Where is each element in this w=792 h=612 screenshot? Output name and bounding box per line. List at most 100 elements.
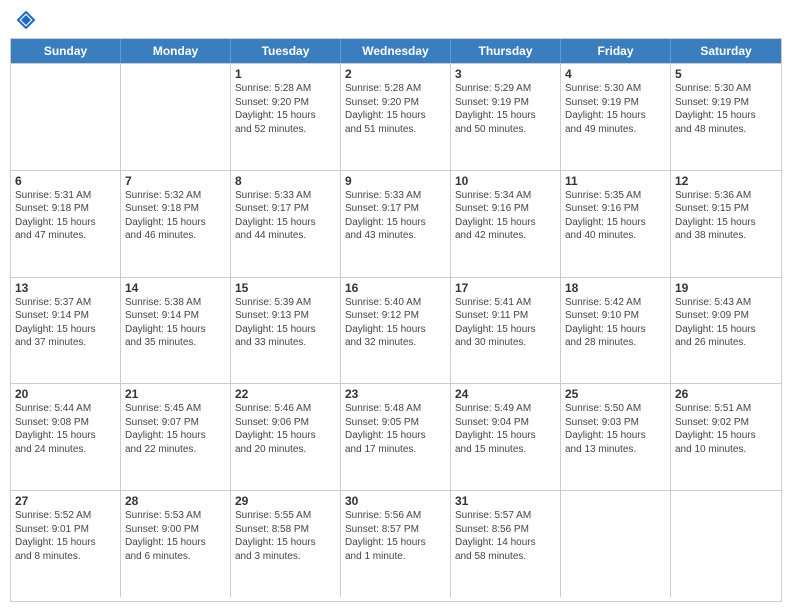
day-number: 26 — [675, 387, 777, 401]
calendar-cell-empty — [561, 491, 671, 597]
calendar-cell-19: 19Sunrise: 5:43 AM Sunset: 9:09 PM Dayli… — [671, 278, 781, 384]
calendar-cell-15: 15Sunrise: 5:39 AM Sunset: 9:13 PM Dayli… — [231, 278, 341, 384]
calendar-cell-7: 7Sunrise: 5:32 AM Sunset: 9:18 PM Daylig… — [121, 171, 231, 277]
day-number: 20 — [15, 387, 116, 401]
day-number: 15 — [235, 281, 336, 295]
calendar-cell-5: 5Sunrise: 5:30 AM Sunset: 9:19 PM Daylig… — [671, 64, 781, 170]
day-number: 25 — [565, 387, 666, 401]
calendar-cell-9: 9Sunrise: 5:33 AM Sunset: 9:17 PM Daylig… — [341, 171, 451, 277]
day-number: 9 — [345, 174, 446, 188]
cell-info: Sunrise: 5:41 AM Sunset: 9:11 PM Dayligh… — [455, 296, 556, 350]
day-number: 3 — [455, 67, 556, 81]
calendar-cell-empty — [11, 64, 121, 170]
cell-info: Sunrise: 5:45 AM Sunset: 9:07 PM Dayligh… — [125, 402, 226, 456]
calendar-cell-28: 28Sunrise: 5:53 AM Sunset: 9:00 PM Dayli… — [121, 491, 231, 597]
day-number: 24 — [455, 387, 556, 401]
cell-info: Sunrise: 5:39 AM Sunset: 9:13 PM Dayligh… — [235, 296, 336, 350]
cell-info: Sunrise: 5:43 AM Sunset: 9:09 PM Dayligh… — [675, 296, 777, 350]
day-number: 17 — [455, 281, 556, 295]
cell-info: Sunrise: 5:55 AM Sunset: 8:58 PM Dayligh… — [235, 509, 336, 563]
day-number: 1 — [235, 67, 336, 81]
day-number: 22 — [235, 387, 336, 401]
cell-info: Sunrise: 5:51 AM Sunset: 9:02 PM Dayligh… — [675, 402, 777, 456]
cell-info: Sunrise: 5:31 AM Sunset: 9:18 PM Dayligh… — [15, 189, 116, 243]
cell-info: Sunrise: 5:34 AM Sunset: 9:16 PM Dayligh… — [455, 189, 556, 243]
cell-info: Sunrise: 5:50 AM Sunset: 9:03 PM Dayligh… — [565, 402, 666, 456]
calendar-cell-18: 18Sunrise: 5:42 AM Sunset: 9:10 PM Dayli… — [561, 278, 671, 384]
calendar-cell-empty — [671, 491, 781, 597]
calendar-cell-13: 13Sunrise: 5:37 AM Sunset: 9:14 PM Dayli… — [11, 278, 121, 384]
day-number: 2 — [345, 67, 446, 81]
calendar: SundayMondayTuesdayWednesdayThursdayFrid… — [10, 38, 782, 602]
cell-info: Sunrise: 5:46 AM Sunset: 9:06 PM Dayligh… — [235, 402, 336, 456]
calendar-cell-2: 2Sunrise: 5:28 AM Sunset: 9:20 PM Daylig… — [341, 64, 451, 170]
calendar-cell-12: 12Sunrise: 5:36 AM Sunset: 9:15 PM Dayli… — [671, 171, 781, 277]
cell-info: Sunrise: 5:33 AM Sunset: 9:17 PM Dayligh… — [235, 189, 336, 243]
cell-info: Sunrise: 5:57 AM Sunset: 8:56 PM Dayligh… — [455, 509, 556, 563]
cell-info: Sunrise: 5:52 AM Sunset: 9:01 PM Dayligh… — [15, 509, 116, 563]
day-number: 13 — [15, 281, 116, 295]
cell-info: Sunrise: 5:44 AM Sunset: 9:08 PM Dayligh… — [15, 402, 116, 456]
header — [10, 10, 782, 30]
calendar-row-1: 6Sunrise: 5:31 AM Sunset: 9:18 PM Daylig… — [11, 170, 781, 277]
cell-info: Sunrise: 5:56 AM Sunset: 8:57 PM Dayligh… — [345, 509, 446, 563]
calendar-cell-16: 16Sunrise: 5:40 AM Sunset: 9:12 PM Dayli… — [341, 278, 451, 384]
calendar-cell-10: 10Sunrise: 5:34 AM Sunset: 9:16 PM Dayli… — [451, 171, 561, 277]
weekday-header-thursday: Thursday — [451, 39, 561, 63]
calendar-cell-20: 20Sunrise: 5:44 AM Sunset: 9:08 PM Dayli… — [11, 384, 121, 490]
weekday-header-sunday: Sunday — [11, 39, 121, 63]
day-number: 18 — [565, 281, 666, 295]
cell-info: Sunrise: 5:40 AM Sunset: 9:12 PM Dayligh… — [345, 296, 446, 350]
cell-info: Sunrise: 5:38 AM Sunset: 9:14 PM Dayligh… — [125, 296, 226, 350]
weekday-header-monday: Monday — [121, 39, 231, 63]
calendar-cell-17: 17Sunrise: 5:41 AM Sunset: 9:11 PM Dayli… — [451, 278, 561, 384]
cell-info: Sunrise: 5:36 AM Sunset: 9:15 PM Dayligh… — [675, 189, 777, 243]
calendar-cell-25: 25Sunrise: 5:50 AM Sunset: 9:03 PM Dayli… — [561, 384, 671, 490]
calendar-cell-empty — [121, 64, 231, 170]
cell-info: Sunrise: 5:42 AM Sunset: 9:10 PM Dayligh… — [565, 296, 666, 350]
day-number: 27 — [15, 494, 116, 508]
calendar-body: 1Sunrise: 5:28 AM Sunset: 9:20 PM Daylig… — [11, 63, 781, 597]
calendar-cell-30: 30Sunrise: 5:56 AM Sunset: 8:57 PM Dayli… — [341, 491, 451, 597]
day-number: 5 — [675, 67, 777, 81]
day-number: 10 — [455, 174, 556, 188]
calendar-cell-1: 1Sunrise: 5:28 AM Sunset: 9:20 PM Daylig… — [231, 64, 341, 170]
cell-info: Sunrise: 5:37 AM Sunset: 9:14 PM Dayligh… — [15, 296, 116, 350]
calendar-cell-23: 23Sunrise: 5:48 AM Sunset: 9:05 PM Dayli… — [341, 384, 451, 490]
day-number: 4 — [565, 67, 666, 81]
day-number: 16 — [345, 281, 446, 295]
calendar-cell-24: 24Sunrise: 5:49 AM Sunset: 9:04 PM Dayli… — [451, 384, 561, 490]
day-number: 30 — [345, 494, 446, 508]
day-number: 21 — [125, 387, 226, 401]
weekday-header-friday: Friday — [561, 39, 671, 63]
cell-info: Sunrise: 5:30 AM Sunset: 9:19 PM Dayligh… — [565, 82, 666, 136]
page: SundayMondayTuesdayWednesdayThursdayFrid… — [0, 0, 792, 612]
cell-info: Sunrise: 5:28 AM Sunset: 9:20 PM Dayligh… — [235, 82, 336, 136]
cell-info: Sunrise: 5:32 AM Sunset: 9:18 PM Dayligh… — [125, 189, 226, 243]
calendar-row-0: 1Sunrise: 5:28 AM Sunset: 9:20 PM Daylig… — [11, 63, 781, 170]
cell-info: Sunrise: 5:48 AM Sunset: 9:05 PM Dayligh… — [345, 402, 446, 456]
weekday-header-tuesday: Tuesday — [231, 39, 341, 63]
calendar-cell-26: 26Sunrise: 5:51 AM Sunset: 9:02 PM Dayli… — [671, 384, 781, 490]
logo-icon — [16, 10, 36, 30]
calendar-cell-11: 11Sunrise: 5:35 AM Sunset: 9:16 PM Dayli… — [561, 171, 671, 277]
weekday-header-saturday: Saturday — [671, 39, 781, 63]
cell-info: Sunrise: 5:33 AM Sunset: 9:17 PM Dayligh… — [345, 189, 446, 243]
calendar-cell-21: 21Sunrise: 5:45 AM Sunset: 9:07 PM Dayli… — [121, 384, 231, 490]
cell-info: Sunrise: 5:28 AM Sunset: 9:20 PM Dayligh… — [345, 82, 446, 136]
calendar-header: SundayMondayTuesdayWednesdayThursdayFrid… — [11, 39, 781, 63]
calendar-cell-22: 22Sunrise: 5:46 AM Sunset: 9:06 PM Dayli… — [231, 384, 341, 490]
day-number: 11 — [565, 174, 666, 188]
day-number: 6 — [15, 174, 116, 188]
calendar-cell-14: 14Sunrise: 5:38 AM Sunset: 9:14 PM Dayli… — [121, 278, 231, 384]
logo — [14, 10, 36, 30]
cell-info: Sunrise: 5:30 AM Sunset: 9:19 PM Dayligh… — [675, 82, 777, 136]
cell-info: Sunrise: 5:49 AM Sunset: 9:04 PM Dayligh… — [455, 402, 556, 456]
day-number: 29 — [235, 494, 336, 508]
calendar-row-3: 20Sunrise: 5:44 AM Sunset: 9:08 PM Dayli… — [11, 383, 781, 490]
cell-info: Sunrise: 5:53 AM Sunset: 9:00 PM Dayligh… — [125, 509, 226, 563]
calendar-row-4: 27Sunrise: 5:52 AM Sunset: 9:01 PM Dayli… — [11, 490, 781, 597]
calendar-cell-29: 29Sunrise: 5:55 AM Sunset: 8:58 PM Dayli… — [231, 491, 341, 597]
cell-info: Sunrise: 5:35 AM Sunset: 9:16 PM Dayligh… — [565, 189, 666, 243]
day-number: 28 — [125, 494, 226, 508]
